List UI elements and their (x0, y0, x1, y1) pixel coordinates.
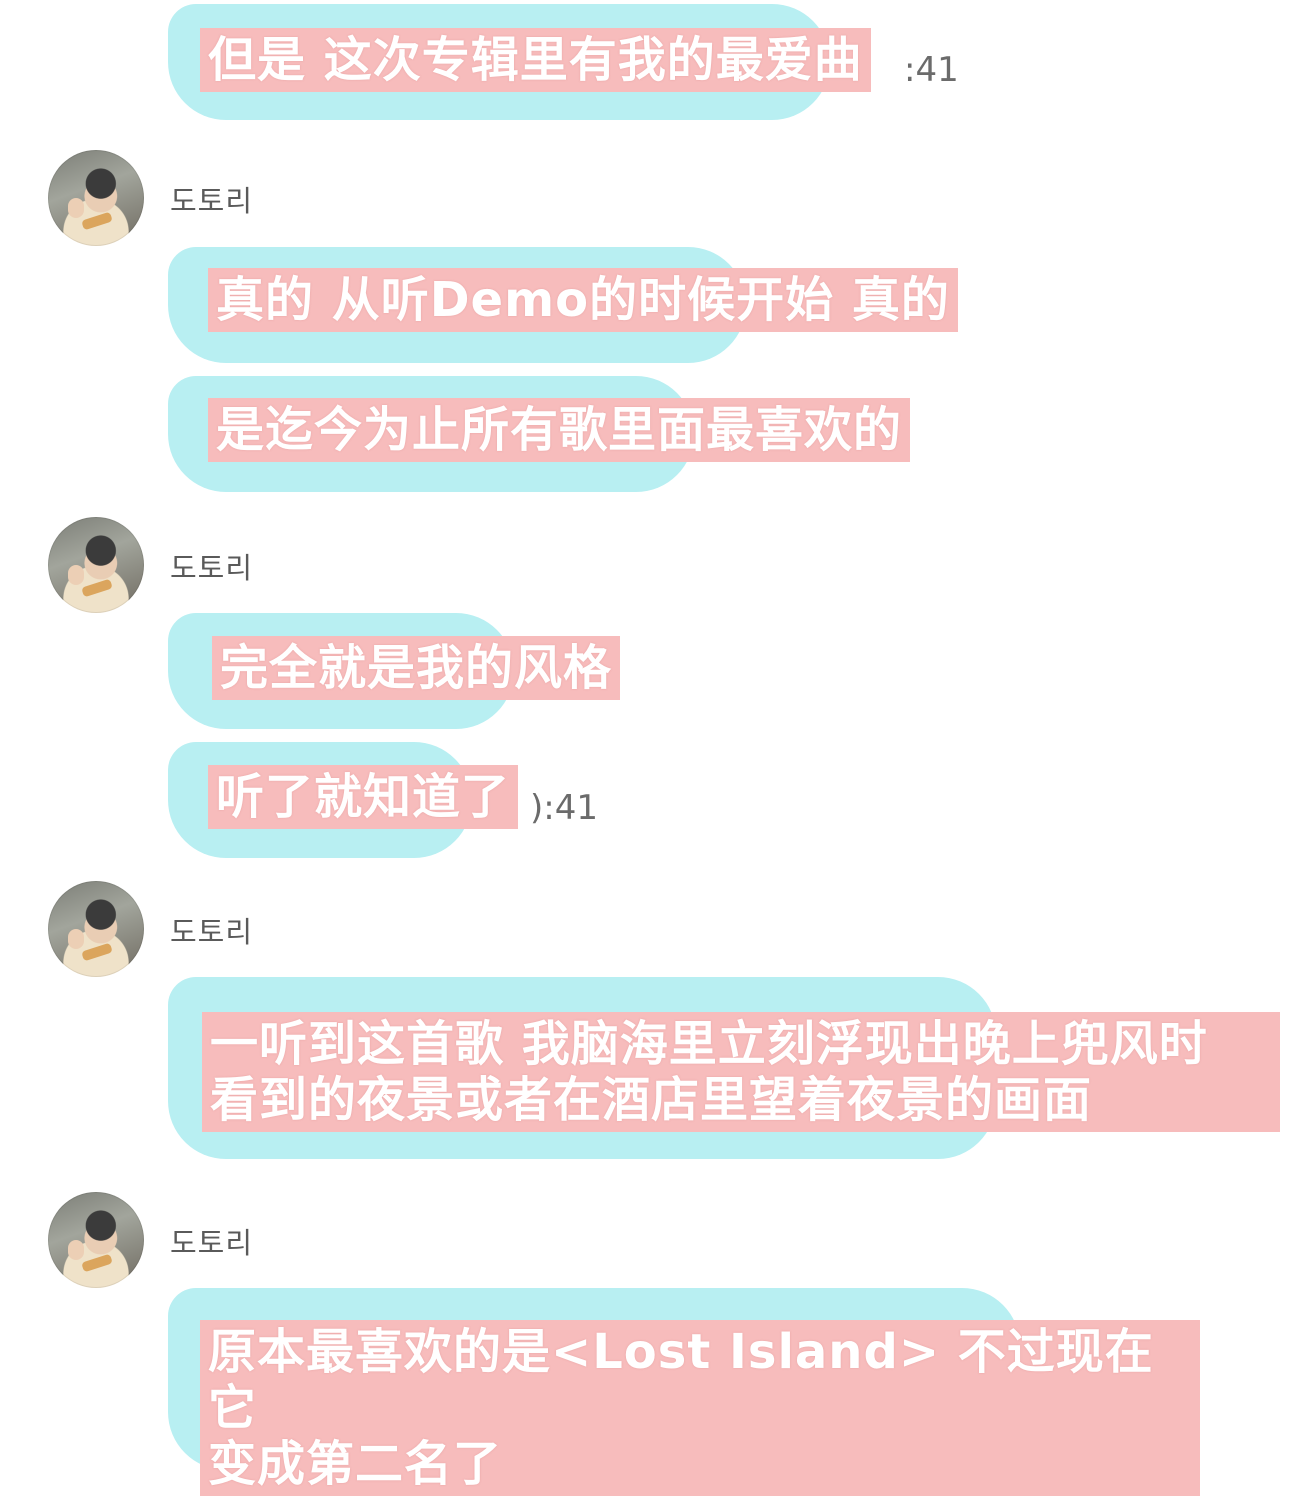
sender-name: 도토리 (170, 915, 254, 949)
message-caption: 真的 从听Demo的时候开始 真的 (208, 268, 958, 332)
avatar-hand-detail (68, 198, 84, 218)
sender-name: 도토리 (170, 551, 254, 585)
sender-name: 도토리 (170, 1226, 254, 1260)
avatar-hand-detail (68, 565, 84, 585)
avatar-shirt-detail (81, 942, 113, 962)
sender-name: 도토리 (170, 184, 254, 218)
avatar[interactable] (48, 1192, 144, 1288)
avatar-shirt-detail (81, 211, 113, 231)
avatar[interactable] (48, 517, 144, 613)
message-caption: 但是 这次专辑里有我的最爱曲 (200, 28, 871, 92)
avatar-shirt-detail (81, 578, 113, 598)
message-caption: 原本最喜欢的是<Lost Island> 不过现在它 变成第二名了 (200, 1320, 1200, 1496)
message-time: ):41 (530, 788, 598, 828)
avatar-hand-detail (68, 929, 84, 949)
message-caption: 听了就知道了 (208, 765, 519, 829)
message-caption: 是迄今为止所有歌里面最喜欢的 (208, 398, 911, 462)
message-time: :41 (904, 50, 959, 90)
avatar[interactable] (48, 881, 144, 977)
avatar-hand-detail (68, 1240, 84, 1260)
avatar-shirt-detail (81, 1253, 113, 1273)
message-caption: 完全就是我的风格 (212, 636, 621, 700)
message-caption: 一听到这首歌 我脑海里立刻浮现出晚上兜风时 看到的夜景或者在酒店里望着夜景的画面 (202, 1012, 1280, 1132)
avatar[interactable] (48, 150, 144, 246)
